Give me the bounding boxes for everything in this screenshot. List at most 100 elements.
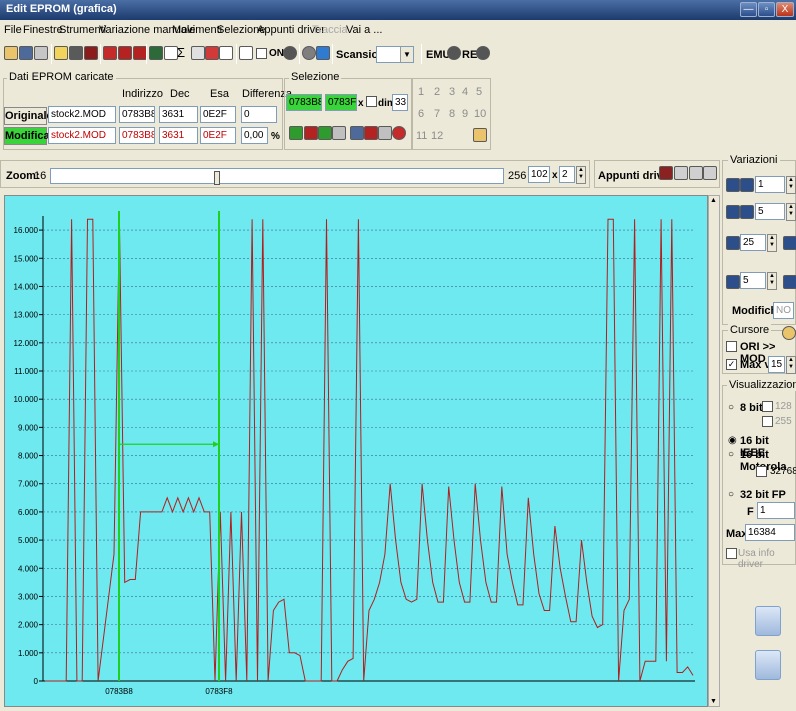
lock-icon[interactable] <box>782 326 796 340</box>
percent-icon[interactable] <box>726 275 740 289</box>
increment-icon[interactable] <box>726 178 740 192</box>
increment-percent-icon[interactable] <box>726 205 740 219</box>
selezione-checkbox[interactable] <box>366 96 377 107</box>
checkbox-255[interactable] <box>762 416 773 427</box>
originale-dec-field[interactable]: 3631 <box>159 106 198 123</box>
select-clear-icon[interactable] <box>332 126 346 140</box>
edit-icon[interactable] <box>164 46 178 60</box>
numpad-11[interactable]: 11 <box>416 130 427 142</box>
compare-icon[interactable] <box>118 46 132 60</box>
variazioni-v3-spinner[interactable]: ▲ ▼ <box>767 234 777 252</box>
flag-icon[interactable] <box>205 46 219 60</box>
scroll-down-icon[interactable]: ▼ <box>710 698 717 705</box>
restore-button[interactable]: ▫ <box>758 2 775 17</box>
emu-power-icon[interactable] <box>447 46 461 60</box>
open-folder-icon[interactable] <box>54 46 68 60</box>
radio-32bit-fp[interactable]: ○ <box>728 489 734 500</box>
numpad-2[interactable]: 2 <box>434 86 440 98</box>
divide-icon[interactable] <box>783 275 796 289</box>
menu-movimenti[interactable]: Movimenti <box>172 24 222 36</box>
variazioni-v2-field[interactable]: 5 <box>755 203 785 220</box>
modificato-dec-field[interactable]: 3631 <box>159 127 198 144</box>
calculator-small-icon[interactable] <box>473 128 487 142</box>
set-value-icon[interactable] <box>726 236 740 250</box>
max-var-checkbox[interactable]: ✓ <box>726 359 737 370</box>
document-icon[interactable] <box>219 46 233 60</box>
window-icon[interactable] <box>19 46 33 60</box>
decrement-percent-icon[interactable] <box>740 205 754 219</box>
select-start-icon[interactable] <box>289 126 303 140</box>
max-var-field[interactable]: 15 <box>768 356 785 373</box>
sum-icon[interactable]: Σ <box>177 46 191 60</box>
variazioni-v4-spinner[interactable]: ▲ ▼ <box>767 272 777 290</box>
originale-esa-field[interactable]: 0E2F <box>200 106 236 123</box>
close-button[interactable]: X <box>776 2 794 17</box>
zoom-value-field[interactable]: 102 <box>528 166 550 183</box>
numpad-3[interactable]: 3 <box>449 86 455 98</box>
chart-svg[interactable]: 0 1.000 2.000 3.000 4.000 5.000 6.000 7.000 8.00… <box>5 196 709 708</box>
radio-16bit-motorola[interactable]: ○ <box>728 449 734 460</box>
ori-mod-checkbox[interactable] <box>726 341 737 352</box>
clipboard-clear-icon[interactable] <box>703 166 717 180</box>
max-var-spinner[interactable]: ▲ ▼ <box>786 356 796 374</box>
run-icon[interactable] <box>316 46 330 60</box>
print-icon[interactable] <box>191 46 205 60</box>
bug-icon[interactable] <box>302 46 316 60</box>
select-end-icon[interactable] <box>318 126 332 140</box>
numpad-7[interactable]: 7 <box>434 108 440 120</box>
radio-16bit-ieee[interactable]: ◉ <box>728 435 737 446</box>
numpad-10[interactable]: 10 <box>474 108 486 120</box>
down-arrow-icon[interactable] <box>755 650 781 680</box>
table-icon[interactable] <box>133 46 147 60</box>
originale-indirizzo-field[interactable]: 0783B8 <box>119 106 155 123</box>
numpad-12[interactable]: 12 <box>431 130 443 142</box>
copy-icon[interactable] <box>34 46 48 60</box>
numpad-6[interactable]: 6 <box>418 108 424 120</box>
chart-area[interactable]: 0 1.000 2.000 3.000 4.000 5.000 6.000 7.000 8.00… <box>4 195 708 707</box>
minimize-button[interactable]: — <box>740 2 757 17</box>
menu-finestre[interactable]: Finestre <box>23 24 63 36</box>
menu-traccia[interactable]: Traccia <box>312 24 348 36</box>
modificato-differenza-field[interactable]: 0,00 <box>241 127 268 144</box>
usa-info-checkbox[interactable] <box>726 548 737 559</box>
variazioni-v1-field[interactable]: 1 <box>755 176 785 193</box>
multiply-icon[interactable] <box>783 236 796 250</box>
variazioni-v2-spinner[interactable]: ▲ ▼ <box>786 203 796 221</box>
home-icon[interactable] <box>4 46 18 60</box>
originale-file-field[interactable]: stock2.MOD <box>48 106 116 123</box>
modificato-indirizzo-field[interactable]: 0783B8 <box>119 127 155 144</box>
checklist-icon[interactable] <box>103 46 117 60</box>
variazioni-v1-spinner[interactable]: ▲ ▼ <box>786 176 796 194</box>
originale-differenza-field[interactable]: 0 <box>241 106 277 123</box>
save-icon[interactable] <box>69 46 83 60</box>
menu-vai-a[interactable]: Vai a ... <box>346 24 382 36</box>
paste-selection-icon[interactable] <box>364 126 378 140</box>
numpad-9[interactable]: 9 <box>462 108 468 120</box>
radio-8bit[interactable]: ○ <box>728 402 734 413</box>
menu-file[interactable]: File <box>4 24 22 36</box>
decrement-icon[interactable] <box>740 178 754 192</box>
copy-selection-icon[interactable] <box>350 126 364 140</box>
variazioni-v4-field[interactable]: 5 <box>740 272 766 289</box>
scansione-select[interactable]: ▼ <box>376 46 414 63</box>
on-checkbox[interactable] <box>256 48 267 59</box>
cd-icon[interactable] <box>755 606 781 636</box>
fill-selection-icon[interactable] <box>378 126 392 140</box>
dim-field[interactable]: 33 <box>392 94 408 111</box>
undo-icon[interactable] <box>392 126 406 140</box>
numpad-1[interactable]: 1 <box>418 86 424 98</box>
clipboard-icon[interactable] <box>659 166 673 180</box>
selezione-end-field[interactable]: 0783F8 <box>325 94 357 111</box>
vertical-scrollbar[interactable]: ▲ ▼ <box>708 195 720 707</box>
variazioni-v3-field[interactable]: 25 <box>740 234 766 251</box>
clipboard-paste-icon[interactable] <box>689 166 703 180</box>
calculator-icon[interactable] <box>149 46 163 60</box>
modificato-esa-field[interactable]: 0E2F <box>200 127 236 144</box>
clipboard-copy-icon[interactable] <box>674 166 688 180</box>
max-select[interactable]: 16384 <box>745 524 795 541</box>
reg-power-icon[interactable] <box>476 46 490 60</box>
power-icon[interactable] <box>283 46 297 60</box>
checkbox-128[interactable] <box>762 401 773 412</box>
save-as-icon[interactable] <box>84 46 98 60</box>
f-select[interactable]: 1 <box>757 502 795 519</box>
